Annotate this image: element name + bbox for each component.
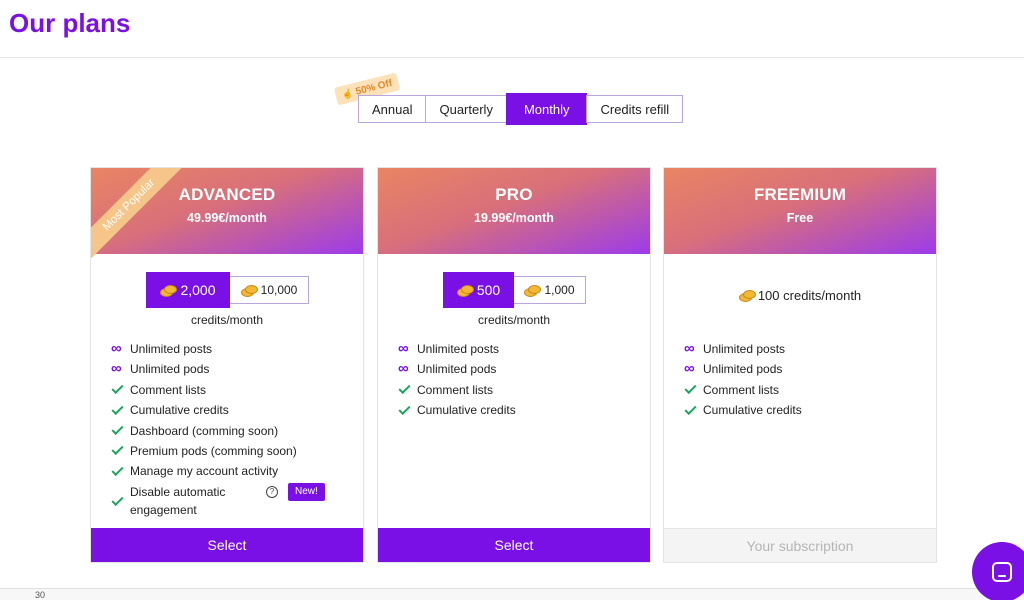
- feature-item: ∞ Unlimited pods: [684, 360, 783, 378]
- feature-item: Comment lists: [111, 381, 351, 399]
- page-title: Our plans: [9, 8, 131, 38]
- feature-item: ∞ Unlimited posts: [684, 340, 786, 357]
- infinity-icon: ∞: [111, 360, 122, 378]
- chart-axis-label: 30: [35, 590, 46, 600]
- coins-icon: [160, 284, 178, 297]
- help-icon[interactable]: ?: [266, 485, 278, 498]
- check-icon: [684, 381, 703, 399]
- feature-item: ∞ Unlimited posts: [398, 340, 500, 357]
- select-pro-button[interactable]: Select: [378, 528, 650, 562]
- check-icon: [111, 401, 130, 419]
- credit-option-1000[interactable]: 1,000: [514, 276, 586, 304]
- billing-period-tabs: Annual Quarterly Monthly Credits refill: [358, 93, 684, 125]
- chat-icon: [992, 562, 1012, 582]
- tab-credits-refill[interactable]: Credits refill: [586, 95, 684, 123]
- feature-item: Comment lists: [398, 381, 638, 399]
- credits-caption: credits/month: [190, 313, 264, 327]
- feature-list: ∞ Unlimited posts ∞ Unlimited pods Comme…: [111, 340, 351, 521]
- select-advanced-button[interactable]: Select: [91, 528, 363, 562]
- credit-option-2000[interactable]: 2,000: [146, 272, 230, 308]
- feature-item: Cumulative credits: [684, 401, 924, 419]
- credit-option-10000[interactable]: 10,000: [230, 276, 309, 304]
- feature-item: ∞ Unlimited pods: [111, 360, 210, 378]
- plan-card-advanced: ADVANCED 49.99€/month Most Popular 2,000…: [90, 167, 364, 563]
- infinity-icon: ∞: [398, 360, 409, 378]
- feature-item: Comment lists: [684, 381, 924, 399]
- feature-item: ∞ Unlimited posts: [111, 340, 213, 357]
- feature-item: Premium pods (comming soon): [111, 442, 351, 460]
- chat-launcher-button[interactable]: [972, 542, 1024, 600]
- background-chart-strip: [0, 588, 1024, 600]
- page-header: Our plans: [0, 0, 1024, 58]
- pricing-page: Our plans ☝ 50% Off Annual Quarterly Mon…: [0, 0, 1024, 600]
- credit-option-label: 10,000: [260, 283, 298, 297]
- infinity-icon: ∞: [111, 340, 122, 357]
- plan-price: Free: [786, 211, 814, 225]
- coins-icon: [738, 290, 756, 302]
- plan-card-freemium: FREEMIUM Free 100 credits/month ∞ Unlimi…: [663, 167, 937, 563]
- plan-name: FREEMIUM: [753, 185, 847, 204]
- credit-amount-toggle: 500 1,000: [443, 272, 586, 308]
- new-badge: New!: [288, 482, 325, 501]
- feature-item: Cumulative credits: [111, 401, 351, 419]
- feature-list: ∞ Unlimited posts ∞ Unlimited pods Comme…: [684, 340, 924, 422]
- coins-icon: [240, 284, 258, 297]
- tab-monthly[interactable]: Monthly: [505, 93, 588, 125]
- check-icon: [111, 381, 130, 399]
- credit-option-label: 1,000: [544, 283, 575, 297]
- feature-item: ∞ Unlimited pods: [398, 360, 497, 378]
- plan-header: FREEMIUM Free: [664, 168, 936, 254]
- your-subscription-button: Your subscription: [664, 528, 936, 562]
- check-icon: [111, 493, 130, 511]
- infinity-icon: ∞: [684, 340, 695, 357]
- check-icon: [111, 442, 130, 460]
- plan-card-pro: PRO 19.99€/month 500 1,000 credits/month…: [377, 167, 651, 563]
- check-icon: [111, 422, 130, 440]
- freemium-credits-label: 100 credits/month: [757, 288, 862, 303]
- credits-caption: credits/month: [477, 313, 551, 327]
- check-icon: [684, 401, 703, 419]
- check-icon: [398, 401, 417, 419]
- coins-icon: [524, 284, 542, 297]
- thumbs-up-icon: ☝: [340, 87, 355, 100]
- tab-annual[interactable]: Annual: [358, 95, 427, 123]
- feature-item: Manage my account activity: [111, 462, 351, 480]
- credit-amount-toggle: 2,000 10,000: [146, 272, 309, 308]
- feature-list: ∞ Unlimited posts ∞ Unlimited pods Comme…: [398, 340, 638, 422]
- plan-header: PRO 19.99€/month: [378, 168, 650, 254]
- feature-item: Disable automatic engagement ? New!: [111, 482, 351, 519]
- infinity-icon: ∞: [684, 360, 695, 378]
- feature-item: Dashboard (comming soon): [111, 422, 351, 440]
- plan-price: 19.99€/month: [474, 211, 554, 225]
- coins-icon: [456, 284, 474, 297]
- credit-option-500[interactable]: 500: [443, 272, 514, 308]
- feature-item: Cumulative credits: [398, 401, 638, 419]
- credit-option-label: 2,000: [180, 282, 216, 298]
- tab-quarterly[interactable]: Quarterly: [425, 95, 507, 123]
- check-icon: [398, 381, 417, 399]
- check-icon: [111, 462, 130, 480]
- infinity-icon: ∞: [398, 340, 409, 357]
- freemium-credits: 100 credits/month: [664, 288, 936, 303]
- credit-option-label: 500: [476, 282, 501, 298]
- plan-name: PRO: [495, 185, 533, 204]
